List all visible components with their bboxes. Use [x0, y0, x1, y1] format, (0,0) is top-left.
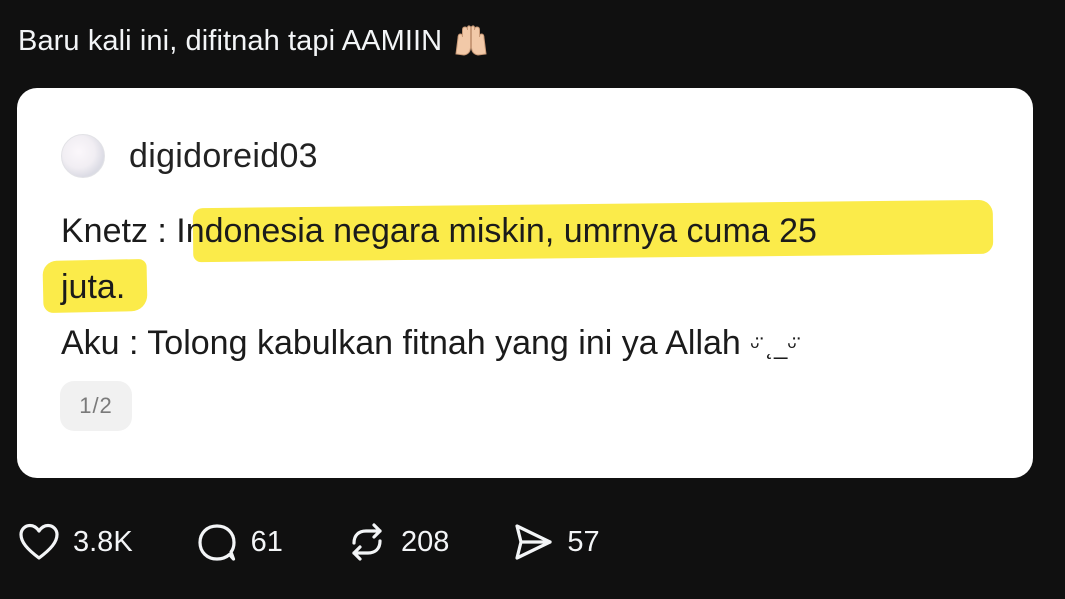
repost-button[interactable]: 208: [345, 518, 449, 566]
line3-text: Aku : Tolong kabulkan fitnah yang ini ya…: [61, 324, 741, 362]
raising-hands-icon: [452, 24, 490, 58]
card-body-text: Knetz : Indonesia negara miskin, umrnya …: [42, 199, 994, 375]
username: digidoreid03: [129, 136, 318, 175]
share-button[interactable]: 57: [511, 518, 600, 566]
line3-kaomoji: ᵕ̈ ˛_ᵕ̈: [750, 333, 797, 360]
text-line-2: juta.: [61, 259, 991, 315]
repost-arrows-icon: [352, 523, 382, 561]
page-indicator-badge: 1/2: [60, 381, 132, 431]
send-paper-plane-icon: [515, 524, 552, 560]
like-button[interactable]: 3.8K: [17, 518, 133, 566]
text-line-3: Aku : Tolong kabulkan fitnah yang ini ya…: [61, 315, 991, 375]
line1-highlighted-text: Indonesia negara miskin, umrnya cuma 25: [176, 212, 817, 250]
line2-highlighted-text: juta.: [61, 268, 126, 306]
post-page: Baru kali ini, difitnah tapi AAMIIN digi…: [0, 0, 1065, 599]
post-caption: Baru kali ini, difitnah tapi AAMIIN: [18, 24, 490, 58]
reply-count: 61: [250, 525, 283, 558]
heart-icon: [19, 523, 59, 560]
like-count: 3.8K: [73, 525, 133, 558]
post-caption-text: Baru kali ini, difitnah tapi AAMIIN: [18, 24, 443, 57]
share-count: 57: [567, 525, 600, 558]
text-line-1: Knetz : Indonesia negara miskin, umrnya …: [61, 203, 991, 259]
card-header: digidoreid03: [61, 134, 318, 178]
comment-bubble-icon: [198, 524, 236, 561]
repost-count: 208: [400, 525, 450, 558]
quoted-image-card[interactable]: digidoreid03 Knetz : Indonesia negara mi…: [17, 88, 1033, 478]
action-bar: 3.8K 61 208 57: [17, 518, 662, 566]
reply-button[interactable]: 61: [195, 518, 283, 566]
line1-prefix: Knetz :: [61, 212, 177, 250]
avatar: [61, 134, 105, 178]
